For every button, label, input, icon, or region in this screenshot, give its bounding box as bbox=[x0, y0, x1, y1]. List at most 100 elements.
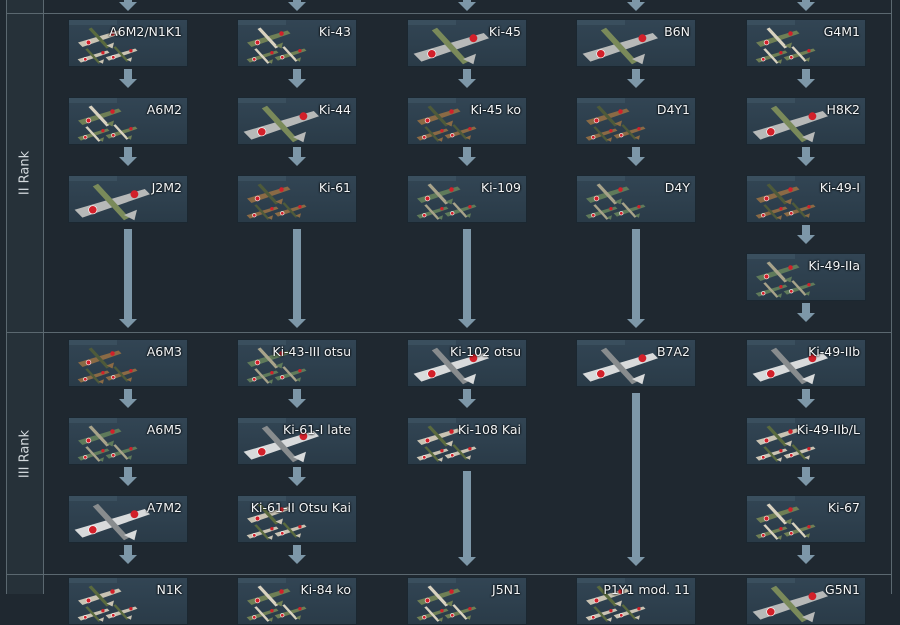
vehicle-card[interactable]: Ki-49-IIb bbox=[746, 339, 866, 387]
vehicle-name: Ki-49-IIb bbox=[808, 344, 860, 359]
vehicle-card[interactable]: B7A2 bbox=[576, 339, 696, 387]
rank-border bbox=[891, 0, 892, 13]
arrow-down-icon bbox=[458, 389, 476, 408]
rank-border bbox=[891, 574, 892, 594]
arrow-down-icon bbox=[288, 0, 306, 11]
vehicle-name: B6N bbox=[664, 24, 690, 39]
vehicle-name: Ki-102 otsu bbox=[450, 344, 521, 359]
arrow-down-icon bbox=[458, 0, 476, 11]
arrow-down-icon bbox=[288, 545, 306, 564]
arrow-down-icon bbox=[288, 147, 306, 166]
vehicle-name: Ki-43-III otsu bbox=[272, 344, 351, 359]
vehicle-card[interactable]: Ki-49-IIa bbox=[746, 253, 866, 301]
vehicle-card[interactable]: H8K2 bbox=[746, 97, 866, 145]
arrow-down-icon bbox=[797, 467, 815, 486]
connector-line bbox=[463, 471, 471, 557]
vehicle-card[interactable]: Ki-44 bbox=[237, 97, 357, 145]
vehicle-card[interactable]: Ki-102 otsu bbox=[407, 339, 527, 387]
vehicle-name: D4Y1 bbox=[656, 102, 690, 117]
vehicle-card[interactable]: D4Y1 bbox=[576, 97, 696, 145]
arrow-down-icon bbox=[627, 0, 645, 11]
vehicle-card[interactable]: A6M2 bbox=[68, 97, 188, 145]
vehicle-name: Ki-49-IIa bbox=[808, 258, 860, 273]
arrow-down-icon bbox=[119, 147, 137, 166]
arrow-down-icon bbox=[119, 309, 137, 328]
vehicle-card[interactable]: Ki-67 bbox=[746, 495, 866, 543]
rank-border bbox=[891, 333, 892, 574]
rank-label-column bbox=[6, 0, 44, 13]
arrow-down-icon bbox=[627, 309, 645, 328]
vehicle-name: Ki-45 ko bbox=[470, 102, 521, 117]
vehicle-card[interactable]: P1Y1 mod. 11 bbox=[576, 577, 696, 625]
vehicle-name: Ki-44 bbox=[318, 102, 351, 117]
rank-label-column bbox=[6, 574, 44, 594]
arrow-down-icon bbox=[458, 69, 476, 88]
vehicle-card[interactable]: Ki-49-I bbox=[746, 175, 866, 223]
vehicle-name: Ki-49-I bbox=[819, 180, 860, 195]
arrow-down-icon bbox=[797, 389, 815, 408]
vehicle-name: A6M2/N1K1 bbox=[109, 24, 182, 39]
vehicle-card[interactable]: J5N1 bbox=[407, 577, 527, 625]
vehicle-card[interactable]: Ki-43 bbox=[237, 19, 357, 67]
vehicle-card[interactable]: Ki-43-III otsu bbox=[237, 339, 357, 387]
arrow-down-icon bbox=[797, 0, 815, 11]
rank-label: III Rank bbox=[17, 429, 33, 478]
rank-divider bbox=[6, 13, 892, 14]
arrow-down-icon bbox=[627, 147, 645, 166]
vehicle-name: Ki-49-IIb/L bbox=[796, 422, 860, 437]
arrow-down-icon bbox=[797, 69, 815, 88]
vehicle-card[interactable]: B6N bbox=[576, 19, 696, 67]
vehicle-name: B7A2 bbox=[656, 344, 690, 359]
vehicle-card[interactable]: G4M1 bbox=[746, 19, 866, 67]
arrow-down-icon bbox=[288, 69, 306, 88]
vehicle-name: Ki-45 bbox=[488, 24, 521, 39]
vehicle-name: J2M2 bbox=[151, 180, 182, 195]
rank-label-column: III Rank bbox=[6, 333, 44, 574]
vehicle-card[interactable]: D4Y bbox=[576, 175, 696, 223]
vehicle-name: Ki-61 bbox=[318, 180, 351, 195]
vehicle-name: G5N1 bbox=[825, 582, 860, 597]
vehicle-card[interactable]: J2M2 bbox=[68, 175, 188, 223]
arrow-down-icon bbox=[119, 389, 137, 408]
vehicle-card[interactable]: Ki-84 ko bbox=[237, 577, 357, 625]
arrow-down-icon bbox=[119, 545, 137, 564]
vehicle-name: H8K2 bbox=[826, 102, 860, 117]
vehicle-card[interactable]: A7M2 bbox=[68, 495, 188, 543]
vehicle-name: Ki-108 Kai bbox=[457, 422, 521, 437]
vehicle-card[interactable]: G5N1 bbox=[746, 577, 866, 625]
arrow-down-icon bbox=[119, 467, 137, 486]
arrow-down-icon bbox=[797, 545, 815, 564]
arrow-down-icon bbox=[797, 147, 815, 166]
arrow-down-icon bbox=[627, 69, 645, 88]
vehicle-name: J5N1 bbox=[492, 582, 521, 597]
vehicle-name: Ki-109 bbox=[480, 180, 521, 195]
rank-label: II Rank bbox=[17, 150, 33, 196]
vehicle-card[interactable]: Ki-61-II Otsu Kai bbox=[237, 495, 357, 543]
vehicle-card[interactable]: A6M3 bbox=[68, 339, 188, 387]
vehicle-card[interactable]: Ki-49-IIb/L bbox=[746, 417, 866, 465]
vehicle-card[interactable]: Ki-45 ko bbox=[407, 97, 527, 145]
arrow-down-icon bbox=[288, 389, 306, 408]
vehicle-card[interactable]: Ki-109 bbox=[407, 175, 527, 223]
vehicle-name: Ki-67 bbox=[827, 500, 860, 515]
vehicle-card[interactable]: A6M5 bbox=[68, 417, 188, 465]
rank-label-column: II Rank bbox=[6, 13, 44, 333]
vehicle-card[interactable]: Ki-45 bbox=[407, 19, 527, 67]
arrow-down-icon bbox=[797, 303, 815, 322]
vehicle-card[interactable]: N1K bbox=[68, 577, 188, 625]
connector-line bbox=[632, 229, 640, 319]
vehicle-card[interactable]: A6M2/N1K1 bbox=[68, 19, 188, 67]
arrow-down-icon bbox=[119, 0, 137, 11]
vehicle-card[interactable]: Ki-61 bbox=[237, 175, 357, 223]
vehicle-card[interactable]: Ki-108 Kai bbox=[407, 417, 527, 465]
arrow-down-icon bbox=[458, 309, 476, 328]
vehicle-name: A7M2 bbox=[146, 500, 182, 515]
vehicle-name: A6M3 bbox=[146, 344, 182, 359]
arrow-down-icon bbox=[458, 147, 476, 166]
vehicle-card[interactable]: Ki-61-I late bbox=[237, 417, 357, 465]
vehicle-name: Ki-43 bbox=[318, 24, 351, 39]
connector-line bbox=[293, 229, 301, 319]
arrow-down-icon bbox=[627, 547, 645, 566]
rank-divider bbox=[6, 574, 892, 575]
arrow-down-icon bbox=[288, 309, 306, 328]
